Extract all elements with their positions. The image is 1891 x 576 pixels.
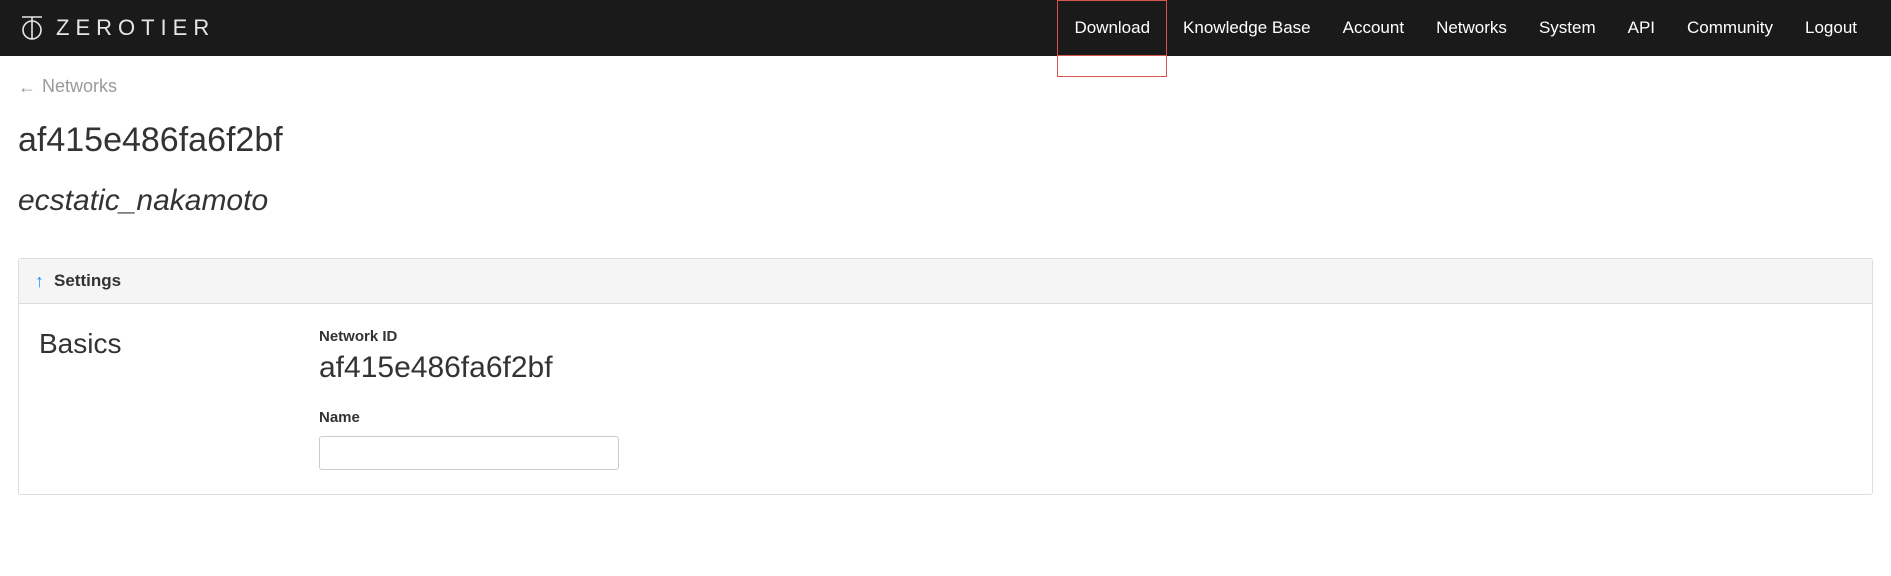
nav-api-label: API: [1628, 18, 1655, 38]
name-label: Name: [319, 409, 1852, 426]
brand-name: ZEROTIER: [56, 15, 215, 41]
nav-networks[interactable]: Networks: [1420, 0, 1523, 56]
back-to-networks-link[interactable]: ← Networks: [18, 76, 117, 97]
settings-panel-body: Basics Network ID af415e486fa6f2bf Name: [19, 304, 1872, 494]
basics-fields: Network ID af415e486fa6f2bf Name: [319, 328, 1852, 470]
network-id-label: Network ID: [319, 328, 1852, 345]
zerotier-logo-icon: [18, 14, 46, 42]
nav-download-label: Download: [1074, 18, 1150, 38]
back-link-label: Networks: [42, 76, 117, 97]
nav-community[interactable]: Community: [1671, 0, 1789, 56]
page-content: ← Networks af415e486fa6f2bf ecstatic_nak…: [0, 56, 1891, 495]
brand[interactable]: ZEROTIER: [18, 14, 215, 42]
nav-account-label: Account: [1343, 18, 1404, 38]
settings-panel-title: Settings: [54, 271, 121, 291]
nav-system-label: System: [1539, 18, 1596, 38]
nav-links: Download Knowledge Base Account Networks…: [1057, 0, 1873, 56]
nav-networks-label: Networks: [1436, 18, 1507, 38]
nav-api[interactable]: API: [1612, 0, 1671, 56]
nav-download[interactable]: Download: [1057, 0, 1167, 56]
basics-section-title: Basics: [39, 328, 279, 470]
nav-logout[interactable]: Logout: [1789, 0, 1873, 56]
top-nav: ZEROTIER Download Knowledge Base Account…: [0, 0, 1891, 56]
network-name-heading: ecstatic_nakamoto: [18, 184, 1873, 218]
nav-logout-label: Logout: [1805, 18, 1857, 38]
network-id-value: af415e486fa6f2bf: [319, 351, 1852, 385]
arrow-up-icon: ↑: [35, 272, 44, 290]
nav-system[interactable]: System: [1523, 0, 1612, 56]
network-name-input[interactable]: [319, 436, 619, 470]
nav-knowledge-base[interactable]: Knowledge Base: [1167, 0, 1327, 56]
settings-panel-header[interactable]: ↑ Settings: [19, 259, 1872, 304]
nav-knowledge-base-label: Knowledge Base: [1183, 18, 1311, 38]
arrow-left-icon: ←: [18, 78, 36, 96]
nav-account[interactable]: Account: [1327, 0, 1420, 56]
network-id-heading: af415e486fa6f2bf: [18, 121, 1873, 160]
nav-community-label: Community: [1687, 18, 1773, 38]
settings-panel: ↑ Settings Basics Network ID af415e486fa…: [18, 258, 1873, 495]
